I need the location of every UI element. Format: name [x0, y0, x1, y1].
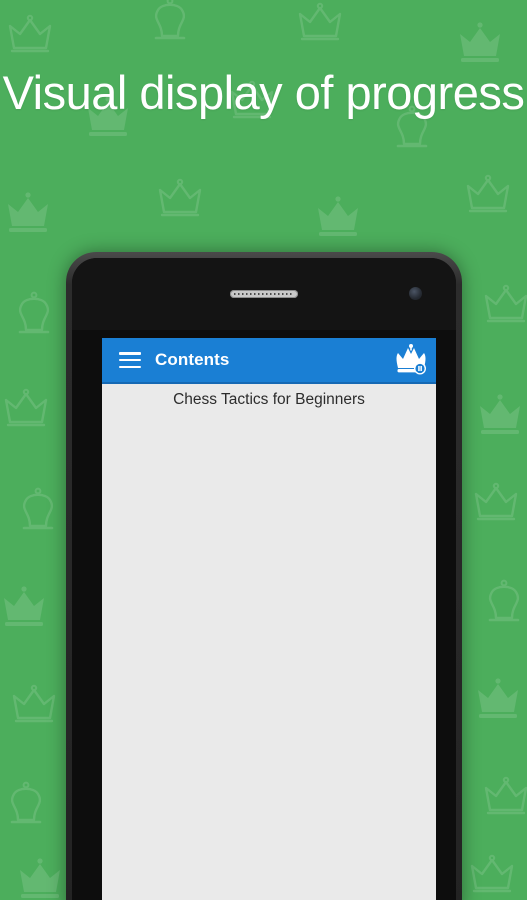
app-screen: Contents Chess Tactics for Beginners: [102, 338, 436, 900]
earpiece-speaker: [230, 290, 298, 298]
promo-headline: Visual display of progress: [2, 66, 525, 119]
promo-screenshot: Visual display of progress Contents Ches…: [0, 0, 527, 900]
phone-top-bezel: [72, 258, 456, 330]
hamburger-menu-icon[interactable]: [119, 352, 141, 368]
chess-crown-logo-icon[interactable]: [394, 344, 428, 376]
course-subtitle-bar: Chess Tactics for Beginners: [102, 384, 436, 415]
phone-mockup: Contents Chess Tactics for Beginners: [66, 252, 462, 900]
course-subtitle: Chess Tactics for Beginners: [173, 390, 365, 408]
phone-inner-frame: Contents Chess Tactics for Beginners: [72, 258, 456, 900]
app-bar: Contents: [102, 338, 436, 384]
chapter-list: [102, 415, 436, 900]
app-bar-title: Contents: [155, 350, 230, 369]
front-camera-icon: [409, 287, 422, 300]
